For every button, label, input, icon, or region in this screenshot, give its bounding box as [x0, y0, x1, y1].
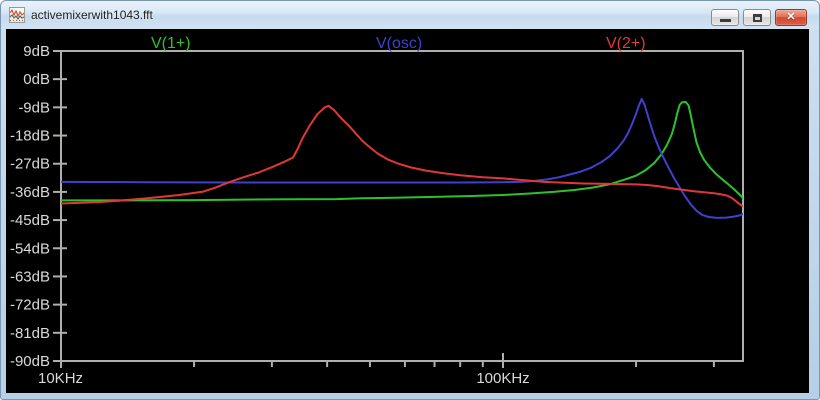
y-axis-label: -90dB: [10, 353, 50, 370]
y-axis-label: -81dB: [10, 325, 50, 342]
y-axis-label: -45dB: [10, 212, 50, 229]
y-axis-label: -54dB: [10, 240, 50, 257]
y-axis-label: -63dB: [10, 268, 50, 285]
plot-border: [61, 51, 743, 361]
restore-icon: [753, 14, 762, 22]
y-axis-label: 9dB: [23, 43, 50, 60]
y-axis-label: -9dB: [18, 99, 50, 116]
plot-pane: 9dB 0dB -9dB -18dB -27dB -36dB -45dB -54dB -63dB…: [6, 29, 809, 393]
minimize-button[interactable]: [711, 9, 739, 26]
legend-label-2[interactable]: V(2+): [606, 35, 646, 52]
y-axis-label: -72dB: [10, 297, 50, 314]
y-axis-label: -18dB: [10, 128, 50, 145]
title-bar[interactable]: activemixerwith1043.fft ✕: [1, 1, 819, 29]
waveform-icon-art: [10, 8, 24, 22]
x-axis-label: 10KHz: [38, 370, 83, 387]
close-icon: ✕: [786, 12, 795, 23]
window-title: activemixerwith1043.fft: [31, 8, 153, 22]
y-axis-label: -27dB: [10, 156, 50, 173]
minimize-icon: [720, 19, 731, 22]
y-axis-label: -36dB: [10, 184, 50, 201]
trace-2: [61, 106, 744, 207]
waveform-icon: [9, 7, 25, 23]
y-axis-label: 0dB: [23, 71, 50, 88]
legend-label-0[interactable]: V(1+): [151, 35, 191, 52]
fft-plot[interactable]: 9dB 0dB -9dB -18dB -27dB -36dB -45dB -54dB -63dB…: [6, 29, 809, 393]
legend-label-1[interactable]: V(osc): [376, 35, 422, 52]
fft-viewer-window: activemixerwith1043.fft ✕ 9dB 0dB -9dB -18d…: [0, 0, 820, 400]
window-controls: ✕: [711, 9, 807, 26]
restore-button[interactable]: [743, 9, 771, 26]
x-axis-label: 100KHz: [476, 370, 529, 387]
close-button[interactable]: ✕: [775, 9, 807, 26]
